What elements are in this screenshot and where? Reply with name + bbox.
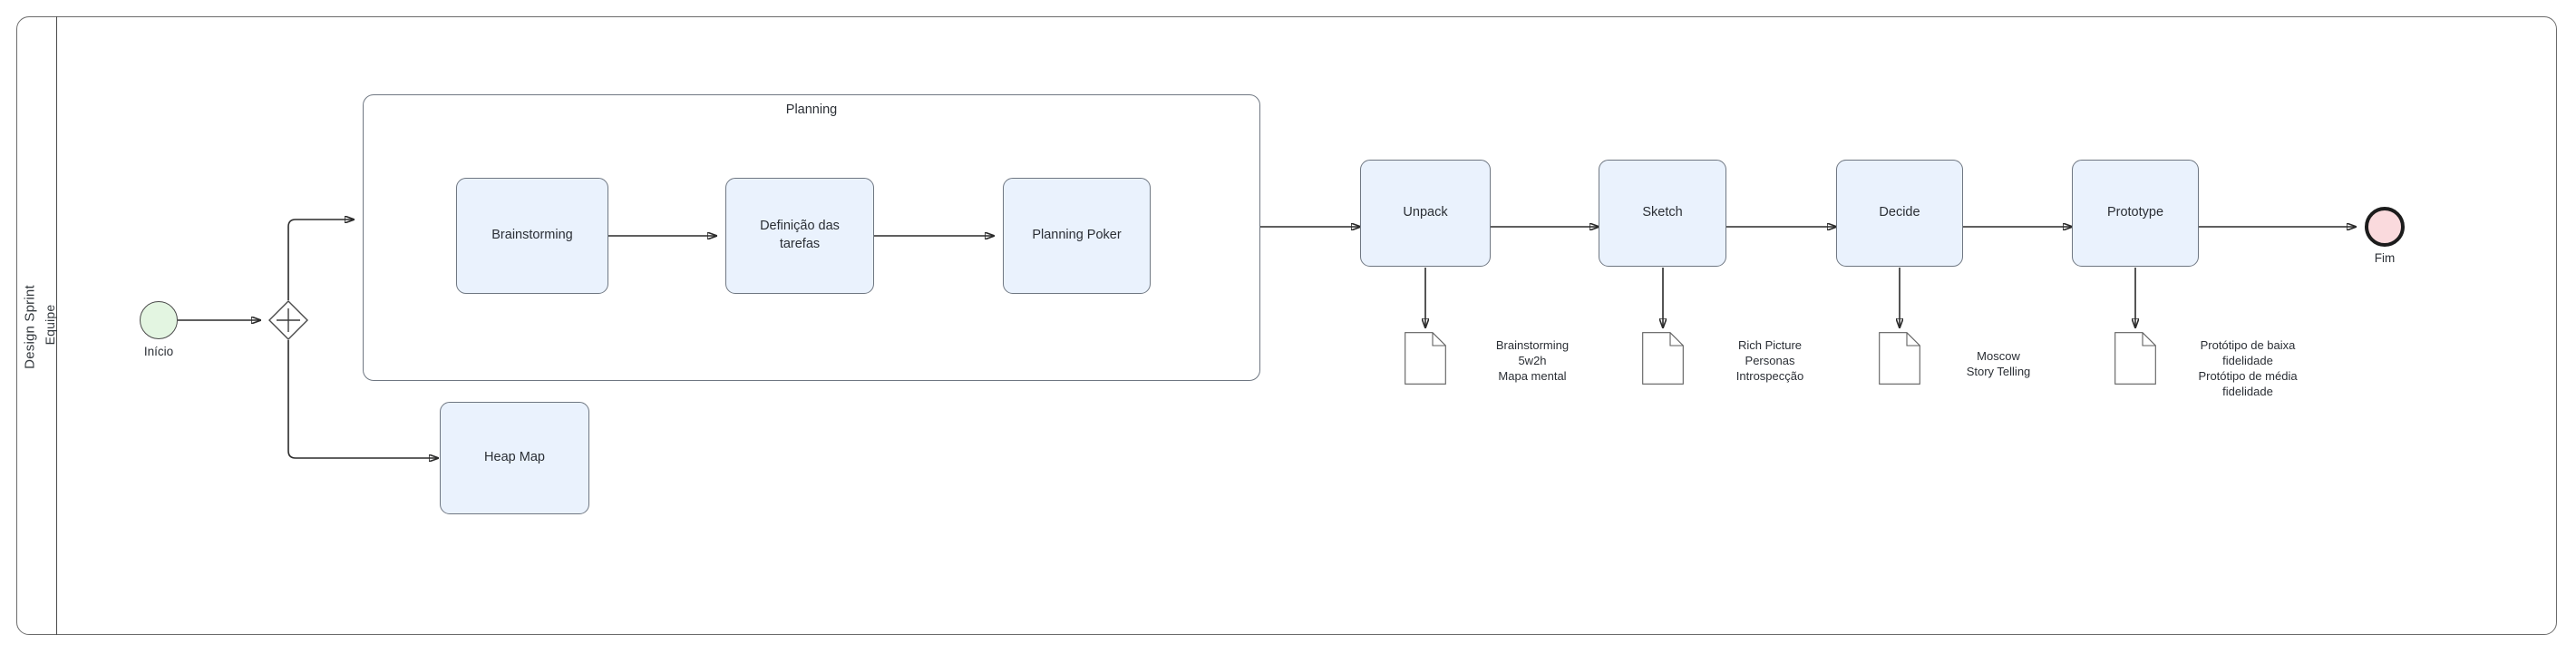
- data-object-decide-label: Moscow Story Telling: [1966, 349, 2031, 379]
- task-decide[interactable]: Decide: [1836, 160, 1963, 267]
- task-label: Planning Poker: [1032, 228, 1122, 243]
- task-label: Unpack: [1403, 205, 1448, 220]
- end-event-fim[interactable]: [2365, 207, 2405, 247]
- task-label: Brainstorming: [491, 228, 573, 243]
- task-planning-poker[interactable]: Planning Poker: [1003, 178, 1151, 294]
- pool-label: Design Sprint: [22, 285, 38, 369]
- parallel-gateway[interactable]: [268, 300, 308, 340]
- task-definicao-das-tarefas[interactable]: Definição das tarefas: [725, 178, 874, 294]
- end-event-label: Fim: [2374, 251, 2396, 265]
- task-label: Heap Map: [484, 450, 545, 465]
- data-object-prototype[interactable]: [2114, 332, 2156, 385]
- task-unpack[interactable]: Unpack: [1360, 160, 1491, 267]
- task-brainstorming[interactable]: Brainstorming: [456, 178, 608, 294]
- task-label: Sketch: [1642, 205, 1683, 220]
- start-event-inicio[interactable]: [140, 301, 178, 339]
- data-object-prototype-label: Protótipo de baixa fidelidade Protótipo …: [2198, 338, 2298, 399]
- task-label: Prototype: [2106, 205, 2164, 220]
- lane-label-equipe: Equipe: [43, 304, 57, 346]
- data-object-sketch-label: Rich Picture Personas Introspecção: [1735, 338, 1804, 384]
- task-heap-map[interactable]: Heap Map: [440, 402, 589, 514]
- subprocess-planning-title: Planning: [785, 102, 838, 117]
- task-sketch[interactable]: Sketch: [1599, 160, 1726, 267]
- data-object-sketch[interactable]: [1642, 332, 1684, 385]
- data-object-unpack-label: Brainstorming 5w2h Mapa mental: [1495, 338, 1570, 384]
- start-event-label: Início: [143, 345, 174, 358]
- data-object-unpack[interactable]: [1405, 332, 1446, 385]
- task-label: Definição das tarefas: [760, 219, 840, 251]
- task-label: Decide: [1879, 205, 1920, 220]
- data-object-decide[interactable]: [1879, 332, 1920, 385]
- bpmn-diagram-canvas: Design Sprint Equipe Início Planning Bra…: [0, 0, 2576, 654]
- task-prototype[interactable]: Prototype: [2072, 160, 2199, 267]
